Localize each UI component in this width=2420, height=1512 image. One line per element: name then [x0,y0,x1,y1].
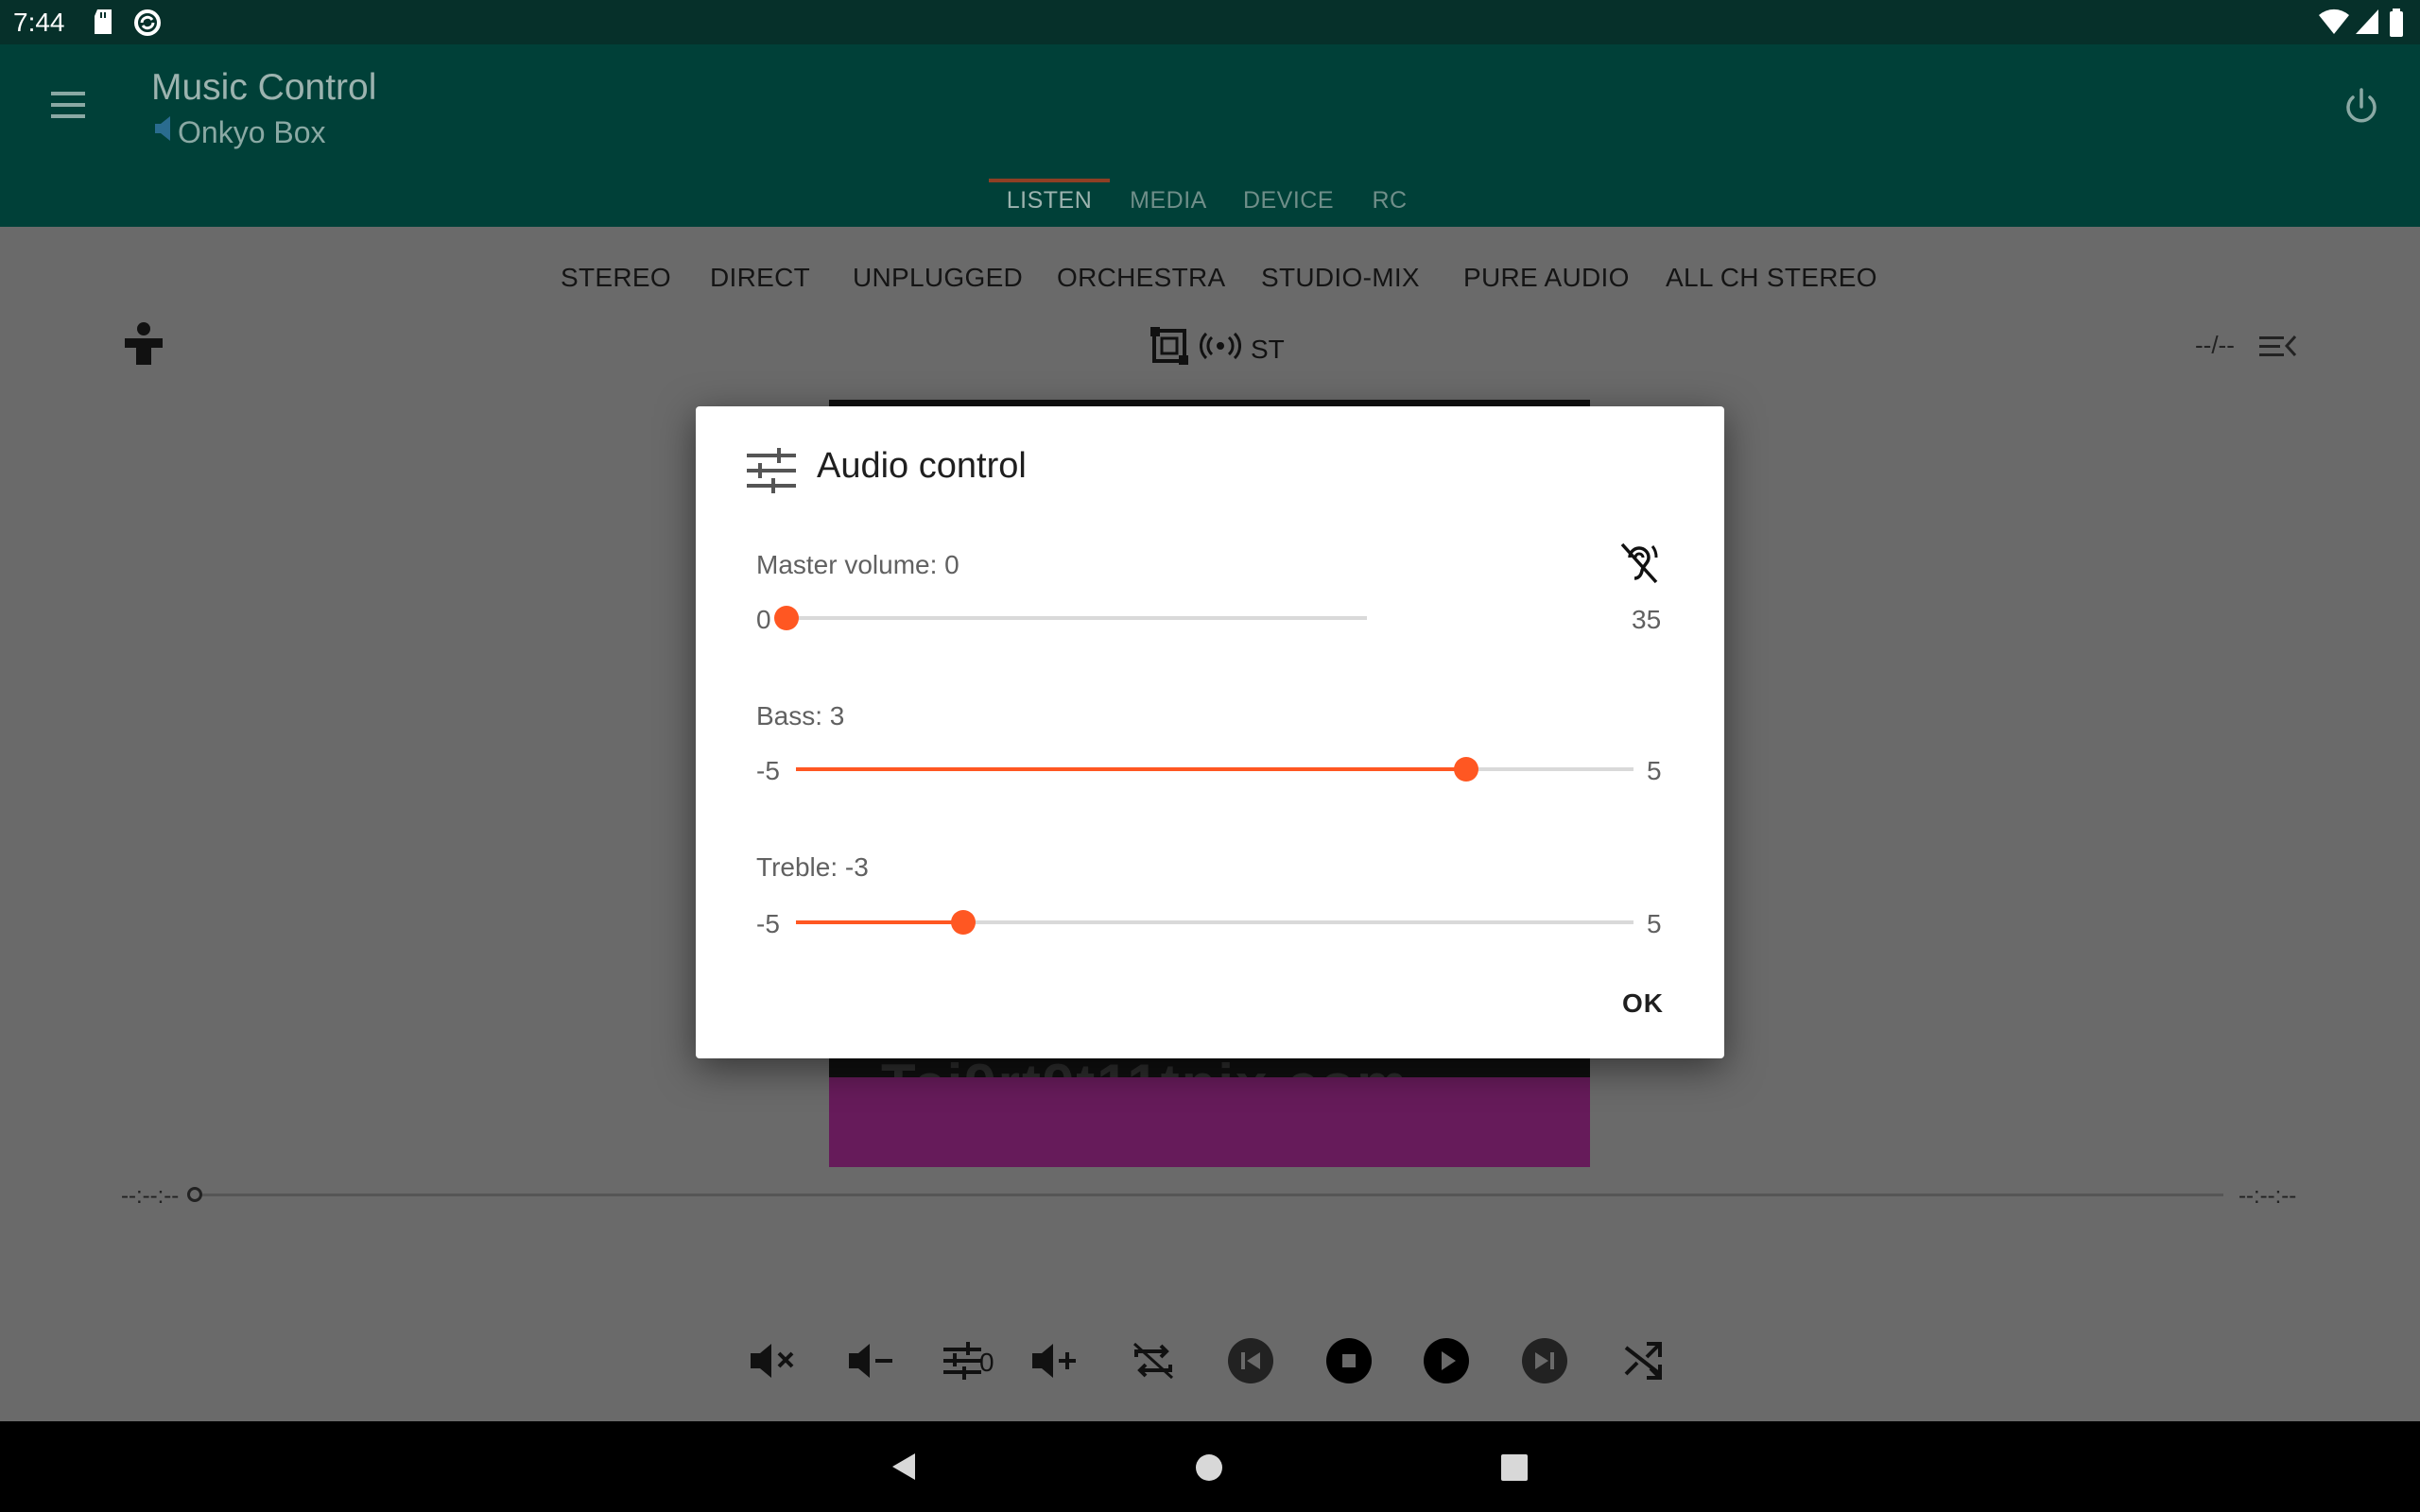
device-name-label: Onkyo Box [178,114,326,149]
tunein-icon[interactable] [123,321,164,371]
bass-max: 5 [1647,756,1662,785]
status-bar: 7:44 [0,0,2420,44]
total-time: --:--:-- [2238,1183,2297,1209]
play-button[interactable] [1418,1332,1475,1389]
mode-stereo[interactable]: STEREO [561,263,671,293]
tab-rc[interactable]: RC [1361,181,1418,227]
treble-label: Treble: -3 [756,852,869,882]
album-art-footer [829,1077,1590,1167]
app-bar: Music Control Onkyo Box LISTEN MEDIA DEV… [0,44,2420,227]
audio-control-dialog: Audio control Master volume: 0 0 35 Bass… [696,406,1724,1058]
tab-bar: LISTEN MEDIA DEVICE RC [0,181,2420,227]
treble-min: -5 [756,909,780,938]
treble-thumb[interactable] [951,910,977,935]
menu-icon [51,92,85,95]
skip-next-icon [1522,1338,1567,1383]
mode-unplugged[interactable]: UNPLUGGED [853,263,1023,293]
volume-down-button[interactable] [843,1332,900,1389]
menu-icon-bar [51,114,85,118]
skip-previous-icon [1228,1338,1273,1383]
stop-icon [1326,1338,1372,1383]
master-volume-slider[interactable] [774,606,1367,630]
hearing-off-icon[interactable] [1618,541,1660,591]
elapsed-time: --:--:-- [121,1183,180,1209]
speaker-icon [151,114,176,150]
dsp-icon [1149,325,1190,373]
power-button[interactable] [2339,84,2384,129]
treble-fill [796,920,964,924]
volume-off-icon [751,1344,794,1378]
mode-direct[interactable]: DIRECT [710,263,810,293]
navigation-bar [0,1421,2420,1512]
wifi-icon [2318,8,2350,41]
sd-card-icon [91,8,115,41]
shuffle-button[interactable] [1615,1332,1671,1389]
mode-orchestra[interactable]: ORCHESTRA [1057,263,1226,293]
master-volume-thumb[interactable] [774,606,799,630]
treble-max: 5 [1647,909,1662,938]
volume-up-button[interactable] [1027,1332,1083,1389]
tune-icon [747,448,796,498]
master-volume-max: 35 [1632,605,1662,634]
tab-media[interactable]: MEDIA [1121,181,1216,227]
menu-icon-bar [51,103,85,107]
bass-thumb[interactable] [1453,757,1478,782]
volume-plus-icon [1032,1344,1076,1378]
playlist-icon[interactable] [2259,333,2297,366]
playback-controls: 0 [0,1332,2420,1408]
master-volume-label: Master volume: 0 [756,550,959,579]
cell-signal-icon [2354,8,2380,41]
master-volume-min: 0 [756,605,771,634]
broadcast-icon [1200,332,1241,367]
mode-studio-mix[interactable]: STUDIO-MIX [1261,263,1420,293]
home-button[interactable] [1195,1453,1223,1486]
bass-slider[interactable] [796,757,1634,782]
volume-minus-icon [849,1344,892,1378]
tab-device[interactable]: DEVICE [1238,181,1339,227]
equalizer-icon [943,1342,981,1380]
next-button[interactable] [1516,1332,1573,1389]
eq-value: 0 [979,1348,994,1377]
tab-indicator [989,179,1110,182]
power-icon [2346,88,2377,123]
play-icon [1424,1338,1469,1383]
mode-all-ch-stereo[interactable]: ALL CH STEREO [1666,263,1877,293]
track-count: --/-- [2195,331,2235,359]
recents-button[interactable] [1500,1453,1529,1486]
signal-status: ST [1149,325,1285,373]
menu-button[interactable] [45,82,91,128]
signal-label: ST [1251,334,1285,364]
home-icon [1196,1454,1222,1481]
shuffle-icon [1624,1342,1662,1380]
mode-pure-audio[interactable]: PURE AUDIO [1463,263,1630,293]
tab-listen[interactable]: LISTEN [989,181,1110,227]
bass-label: Bass: 3 [756,701,845,730]
treble-slider[interactable] [796,910,1634,935]
app-title: Music Control [151,67,377,108]
status-time: 7:44 [13,8,65,37]
ok-button[interactable]: OK [1615,985,1671,1022]
back-icon [892,1453,915,1480]
bass-min: -5 [756,756,780,785]
back-button[interactable] [889,1452,917,1486]
bass-fill [796,767,1466,771]
repeat-button[interactable] [1125,1332,1182,1389]
seek-bar[interactable] [195,1194,2223,1196]
sync-circle-icon [132,8,163,43]
seek-thumb[interactable] [187,1187,202,1202]
dialog-title: Audio control [817,446,1027,486]
battery-icon [2388,8,2405,43]
device-name[interactable]: Onkyo Box [151,114,326,150]
repeat-off-icon [1132,1342,1174,1380]
stop-button[interactable] [1321,1332,1377,1389]
previous-button[interactable] [1222,1332,1279,1389]
recents-icon [1501,1454,1528,1481]
mute-button[interactable] [745,1332,802,1389]
